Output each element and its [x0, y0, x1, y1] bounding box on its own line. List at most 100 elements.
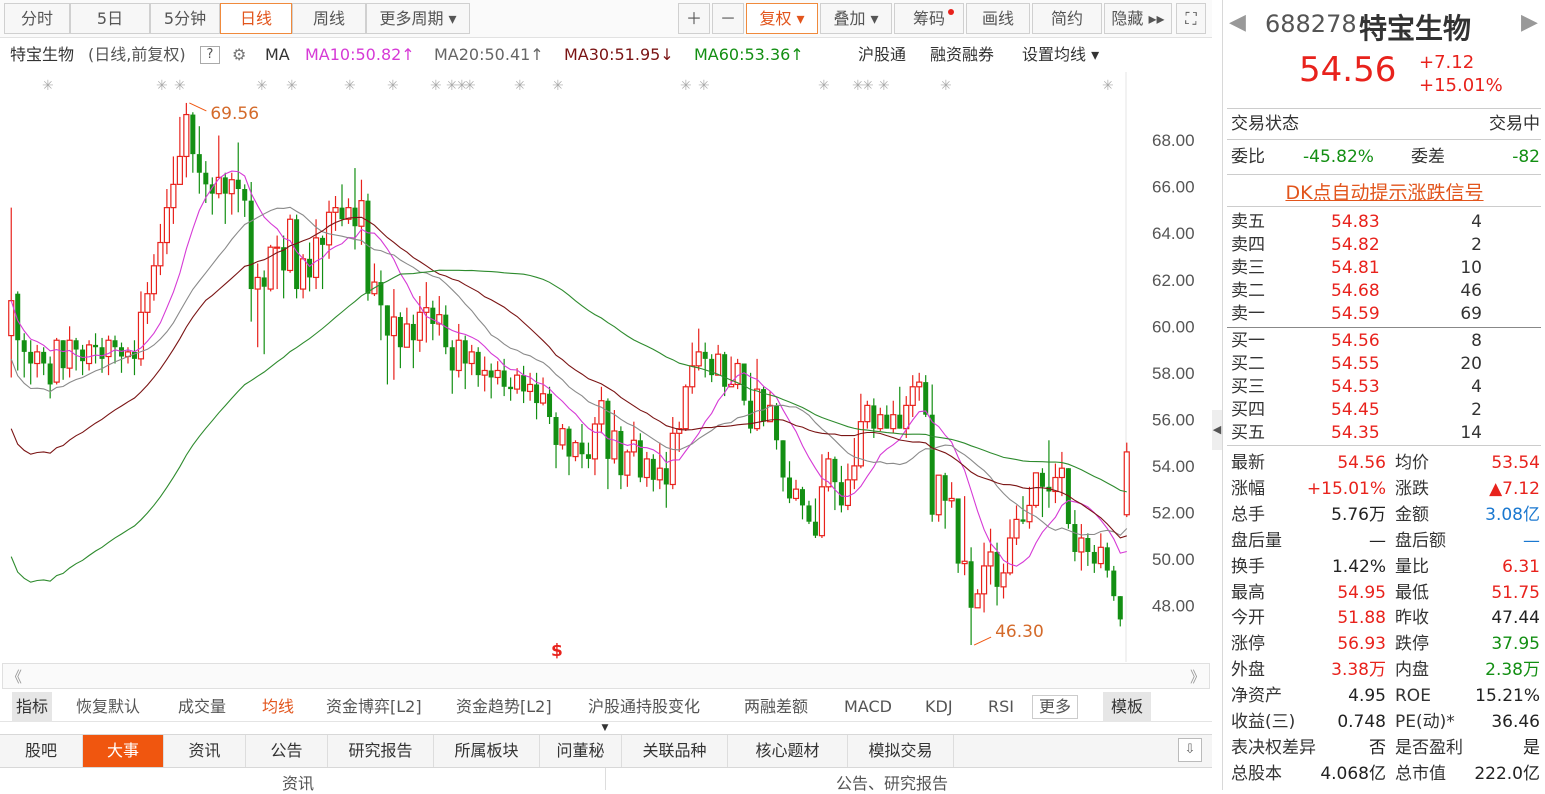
- indicator-macd[interactable]: MACD: [844, 692, 892, 722]
- ask-row[interactable]: 卖五 54.83 4: [1223, 211, 1545, 234]
- event-star-icon[interactable]: ✳: [878, 78, 890, 94]
- overlay-dropdown[interactable]: 叠加 ▾: [820, 3, 892, 34]
- indicator-template-button[interactable]: 模板: [1103, 692, 1152, 722]
- tab-guba[interactable]: 股吧: [0, 735, 83, 767]
- bid-row[interactable]: 买三 54.53 4: [1223, 376, 1545, 399]
- ask-volume: 4: [1471, 212, 1482, 232]
- indicator-moving-average[interactable]: 均线: [262, 692, 294, 722]
- stat-label: 内盘: [1395, 660, 1429, 681]
- candle-body-down: [47, 363, 53, 385]
- candle-body-up: [792, 488, 800, 500]
- panel-toggle-icon[interactable]: ◀: [1212, 410, 1222, 450]
- event-star-icon[interactable]: ✳: [514, 78, 526, 94]
- tab-sim-trade[interactable]: 模拟交易: [848, 735, 954, 767]
- simple-button[interactable]: 简约: [1032, 3, 1102, 34]
- zoom-out-button[interactable]: －: [712, 3, 744, 34]
- ask-price: 54.81: [1331, 258, 1380, 278]
- event-star-icon[interactable]: ✳: [680, 78, 692, 94]
- indicator-volume[interactable]: 成交量: [178, 692, 226, 722]
- chips-button[interactable]: 筹码: [894, 3, 964, 34]
- event-star-icon[interactable]: ✳: [344, 78, 356, 94]
- link-margin-trading[interactable]: 融资融券: [930, 40, 994, 70]
- tab-events[interactable]: 大事: [83, 735, 164, 767]
- bid-price: 54.55: [1331, 354, 1380, 374]
- tab-concepts[interactable]: 核心题材: [728, 735, 848, 767]
- scroll-right-button[interactable]: 》: [1190, 666, 1205, 687]
- event-star-icon[interactable]: ✳: [940, 78, 952, 94]
- prev-stock-icon[interactable]: ◀: [1229, 10, 1246, 35]
- event-star-icon[interactable]: ✳: [387, 78, 399, 94]
- collapse-icon[interactable]: ▼: [590, 724, 620, 733]
- event-star-icon[interactable]: ✳: [286, 78, 298, 94]
- period-daily[interactable]: 日线: [220, 3, 292, 34]
- period-5day[interactable]: 5日: [70, 3, 150, 34]
- link-hugutong[interactable]: 沪股通: [858, 40, 906, 70]
- candle-body-down: [566, 428, 572, 457]
- tab-news[interactable]: 资讯: [164, 735, 246, 767]
- indicator-more-button[interactable]: 更多: [1032, 695, 1079, 719]
- indicator-margin-balance[interactable]: 两融差额: [744, 692, 808, 722]
- ask-row[interactable]: 卖四 54.82 2: [1223, 234, 1545, 257]
- ask-row[interactable]: 卖二 54.68 46: [1223, 280, 1545, 303]
- event-star-icon[interactable]: ✳: [1102, 78, 1114, 94]
- event-star-icon[interactable]: ✳: [156, 78, 168, 94]
- download-icon[interactable]: ⇩: [1178, 738, 1202, 762]
- stat-value: 56.93: [1337, 634, 1386, 655]
- ask-row[interactable]: 卖一 54.59 69: [1223, 303, 1545, 326]
- adjust-dropdown[interactable]: 复权 ▾: [746, 3, 818, 34]
- bid-row[interactable]: 买二 54.55 20: [1223, 353, 1545, 376]
- tab-research[interactable]: 研究报告: [328, 735, 434, 767]
- bid-row[interactable]: 买五 54.35 14: [1223, 422, 1545, 445]
- ask-row[interactable]: 卖三 54.81 10: [1223, 257, 1545, 280]
- gear-icon[interactable]: ⚙: [232, 40, 246, 70]
- draw-button[interactable]: 画线: [966, 3, 1030, 34]
- chart-scrollbar[interactable]: 《 》: [2, 663, 1210, 689]
- event-star-icon[interactable]: ✳: [174, 78, 186, 94]
- event-star-icon[interactable]: ✳: [464, 78, 476, 94]
- event-star-icon[interactable]: ✳: [42, 78, 54, 94]
- hide-button[interactable]: 隐藏 ▸▸: [1104, 3, 1172, 34]
- fullscreen-icon[interactable]: ⛶: [1176, 3, 1206, 34]
- period-more-dropdown[interactable]: 更多周期 ▾: [366, 3, 470, 34]
- scroll-left-button[interactable]: 《: [7, 666, 22, 687]
- event-star-icon[interactable]: ✳: [698, 78, 710, 94]
- stat-label: 跌停: [1395, 634, 1429, 655]
- candle-body-up: [468, 351, 475, 365]
- indicator-rsi[interactable]: RSI: [988, 692, 1014, 722]
- stat-value: 0.748: [1337, 712, 1386, 732]
- tab-announcements[interactable]: 公告: [246, 735, 328, 767]
- stat-value: 36.46: [1491, 712, 1540, 732]
- period-intraday[interactable]: 分时: [4, 3, 70, 34]
- indicator-fund-game-l2[interactable]: 资金博弈[L2]: [326, 692, 422, 722]
- period-5min[interactable]: 5分钟: [150, 3, 220, 34]
- indicator-hugutong-holdings[interactable]: 沪股通持股变化: [588, 692, 700, 722]
- bid-row[interactable]: 买一 54.56 8: [1223, 330, 1545, 353]
- event-star-icon[interactable]: ✳: [862, 78, 874, 94]
- event-star-icon[interactable]: ✳: [552, 78, 564, 94]
- period-weekly[interactable]: 周线: [292, 3, 366, 34]
- candle-body-down: [994, 551, 1000, 587]
- indicator-kdj[interactable]: KDJ: [925, 692, 953, 722]
- indicator-fund-trend-l2[interactable]: 资金趋势[L2]: [456, 692, 552, 722]
- indicator-restore-default[interactable]: 恢复默认: [76, 692, 140, 722]
- y-tick-label: 60.00: [1152, 317, 1195, 336]
- stat-value: 54.56: [1337, 453, 1386, 473]
- dk-signal-link[interactable]: DK点自动提示涨跌信号: [1223, 178, 1545, 205]
- tab-sector[interactable]: 所属板块: [434, 735, 540, 767]
- help-icon[interactable]: ?: [200, 46, 220, 64]
- event-star-icon[interactable]: ✳: [430, 78, 442, 94]
- zoom-in-button[interactable]: ＋: [678, 3, 710, 34]
- event-star-icon[interactable]: ✳: [818, 78, 830, 94]
- set-ma-dropdown[interactable]: 设置均线 ▾: [1022, 40, 1099, 70]
- tab-related[interactable]: 关联品种: [622, 735, 728, 767]
- candle-body-up: [66, 339, 73, 369]
- next-stock-icon[interactable]: ▶: [1521, 10, 1538, 35]
- event-star-icon[interactable]: ✳: [256, 78, 268, 94]
- bid-price: 54.53: [1331, 377, 1380, 397]
- bid-row[interactable]: 买四 54.45 2: [1223, 399, 1545, 422]
- ask-level: 卖一: [1231, 304, 1265, 324]
- candle-body-up: [1000, 572, 1007, 588]
- candlestick-chart[interactable]: 68.00 66.00 64.00 62.00 60.00 58.00 56.00 54.00…: [0, 72, 1212, 662]
- tab-ask-board[interactable]: 问董秘: [540, 735, 622, 767]
- event-marker-icon[interactable]: $: [551, 641, 563, 661]
